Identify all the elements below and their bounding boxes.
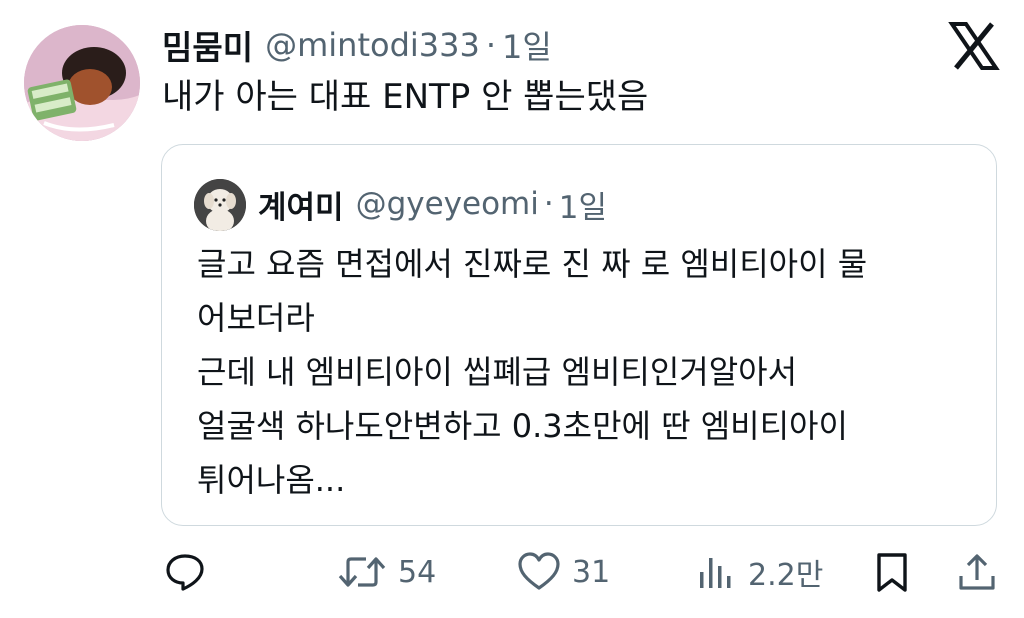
avatar-illustration bbox=[24, 25, 140, 141]
views-button[interactable]: 2.2만 bbox=[694, 540, 823, 604]
author-handle[interactable]: @mintodi333 bbox=[265, 26, 480, 64]
puppy-avatar-illustration bbox=[194, 179, 246, 231]
bookmark-icon bbox=[877, 553, 907, 592]
quoted-text-line: 튀어나옴... bbox=[197, 461, 346, 499]
retweet-button[interactable]: 54 bbox=[336, 540, 436, 604]
quoted-text-line: 근데 내 엠비티아이 씹폐급 엠비티인거알아서 bbox=[197, 353, 798, 391]
views-count: 2.2만 bbox=[748, 558, 824, 593]
x-logo-icon bbox=[948, 22, 1000, 70]
retweet-count: 54 bbox=[398, 554, 437, 590]
quoted-author-handle[interactable]: @gyeyeomi bbox=[356, 186, 539, 222]
tweet-text: 내가 아는 대표 ENTP 안 뽑는댔음 bbox=[162, 77, 649, 117]
author-avatar[interactable] bbox=[24, 25, 140, 141]
reply-icon bbox=[166, 554, 204, 591]
quoted-tweet-text: 글고 요즘 면접에서 진짜로 진 짜 로 엠비티아이 물 어보더라 근데 내 엠… bbox=[197, 237, 867, 507]
reply-button[interactable] bbox=[163, 540, 207, 604]
quoted-text-line: 글고 요즘 면접에서 진짜로 진 짜 로 엠비티아이 물 bbox=[197, 245, 868, 283]
quoted-text-line: 얼굴색 하나도안변하고 0.3초만에 딴 엠비티아이 bbox=[197, 407, 848, 445]
quoted-author-name[interactable]: 계여미 bbox=[258, 182, 344, 227]
tweet-time[interactable]: 1일 bbox=[502, 22, 552, 68]
quoted-tweet-time[interactable]: 1일 bbox=[559, 182, 607, 227]
like-count: 31 bbox=[572, 554, 611, 590]
tweet-header: 밈뭄미 @mintodi333 · 1일 bbox=[162, 22, 552, 68]
bookmark-button[interactable] bbox=[872, 540, 912, 604]
share-button[interactable] bbox=[955, 540, 999, 604]
views-icon bbox=[700, 558, 731, 588]
separator-dot: · bbox=[485, 26, 497, 64]
heart-icon bbox=[518, 552, 560, 590]
share-icon bbox=[959, 554, 995, 590]
separator-dot: · bbox=[543, 186, 554, 222]
quoted-tweet[interactable]: 계여미 @gyeyeomi · 1일 글고 요즘 면접에서 진짜로 진 짜 로 … bbox=[161, 144, 997, 526]
author-name[interactable]: 밈뭄미 bbox=[162, 21, 253, 69]
action-bar: 54 31 2.2만 bbox=[0, 540, 1024, 604]
like-button[interactable]: 31 bbox=[516, 540, 610, 604]
quoted-tweet-header: 계여미 @gyeyeomi · 1일 bbox=[258, 181, 607, 227]
quoted-text-line: 어보더라 bbox=[197, 299, 315, 337]
quoted-author-avatar[interactable] bbox=[194, 179, 246, 231]
retweet-icon bbox=[338, 557, 386, 587]
